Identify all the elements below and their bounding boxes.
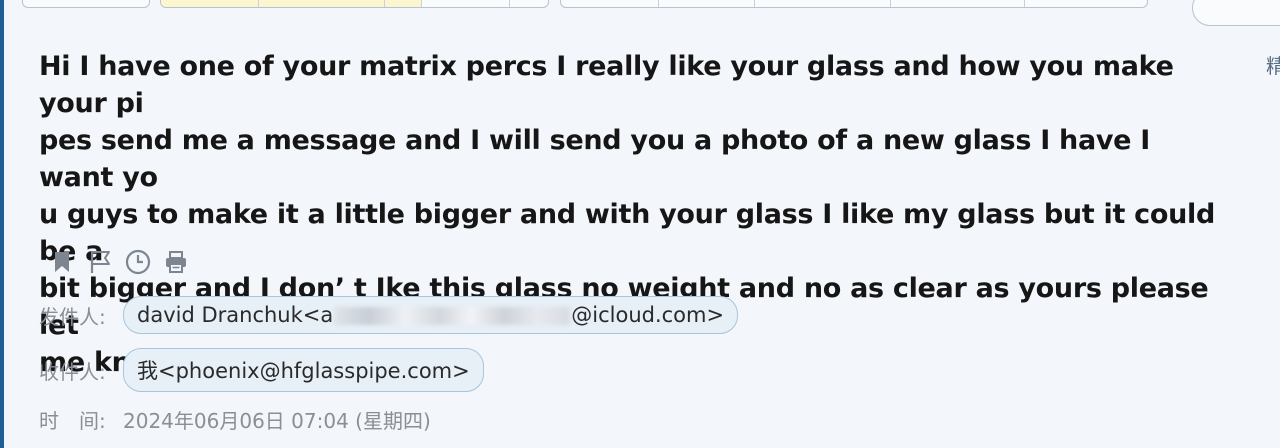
sender-name: david Dranchuk<a bbox=[137, 303, 334, 327]
toolbar-button[interactable] bbox=[161, 0, 260, 7]
print-icon[interactable] bbox=[162, 248, 190, 276]
toolbar-button[interactable] bbox=[755, 0, 891, 7]
toolbar-button[interactable] bbox=[422, 0, 511, 7]
side-panel-glyph[interactable]: 精 bbox=[1266, 50, 1280, 79]
sender-label: 发件人: bbox=[39, 304, 106, 329]
time-label: 时 间: bbox=[39, 409, 106, 433]
toolbar-button[interactable] bbox=[1025, 0, 1147, 7]
toolbar-button[interactable] bbox=[510, 0, 548, 7]
flag-icon[interactable] bbox=[86, 248, 114, 276]
top-toolbar bbox=[0, 0, 1280, 8]
bookmark-icon[interactable] bbox=[48, 248, 76, 276]
toolbar-group-3 bbox=[560, 0, 1148, 8]
recipient-address-pill[interactable]: 我<phoenix@hfglasspipe.com> bbox=[123, 348, 484, 392]
search-box-edge[interactable] bbox=[1192, 0, 1280, 26]
toolbar-button[interactable] bbox=[384, 0, 422, 7]
toolbar-button[interactable] bbox=[23, 0, 149, 7]
toolbar-button[interactable] bbox=[561, 0, 659, 7]
sender-row: 发件人: david Dranchuk<a @icloud.com> bbox=[39, 296, 739, 334]
toolbar-group-1 bbox=[22, 0, 150, 8]
clock-icon[interactable] bbox=[124, 248, 152, 276]
window-edge bbox=[0, 0, 4, 448]
redacted-email-blur bbox=[334, 307, 571, 325]
sent-time-value: 2024年06月06日 07:04 (星期四) bbox=[123, 409, 431, 433]
toolbar-button[interactable] bbox=[259, 0, 385, 7]
sender-address-pill[interactable]: david Dranchuk<a @icloud.com> bbox=[123, 296, 739, 334]
recipient-row: 收件人: 我<phoenix@hfglasspipe.com> bbox=[39, 348, 484, 392]
recipient-label: 收件人: bbox=[39, 359, 106, 384]
toolbar-button[interactable] bbox=[659, 0, 756, 7]
toolbar-group-2 bbox=[160, 0, 549, 8]
toolbar-button[interactable] bbox=[891, 0, 1026, 7]
mail-action-bar bbox=[48, 248, 190, 276]
sender-domain: @icloud.com> bbox=[571, 303, 725, 327]
time-row: 时 间: 2024年06月06日 07:04 (星期四) bbox=[39, 405, 431, 434]
